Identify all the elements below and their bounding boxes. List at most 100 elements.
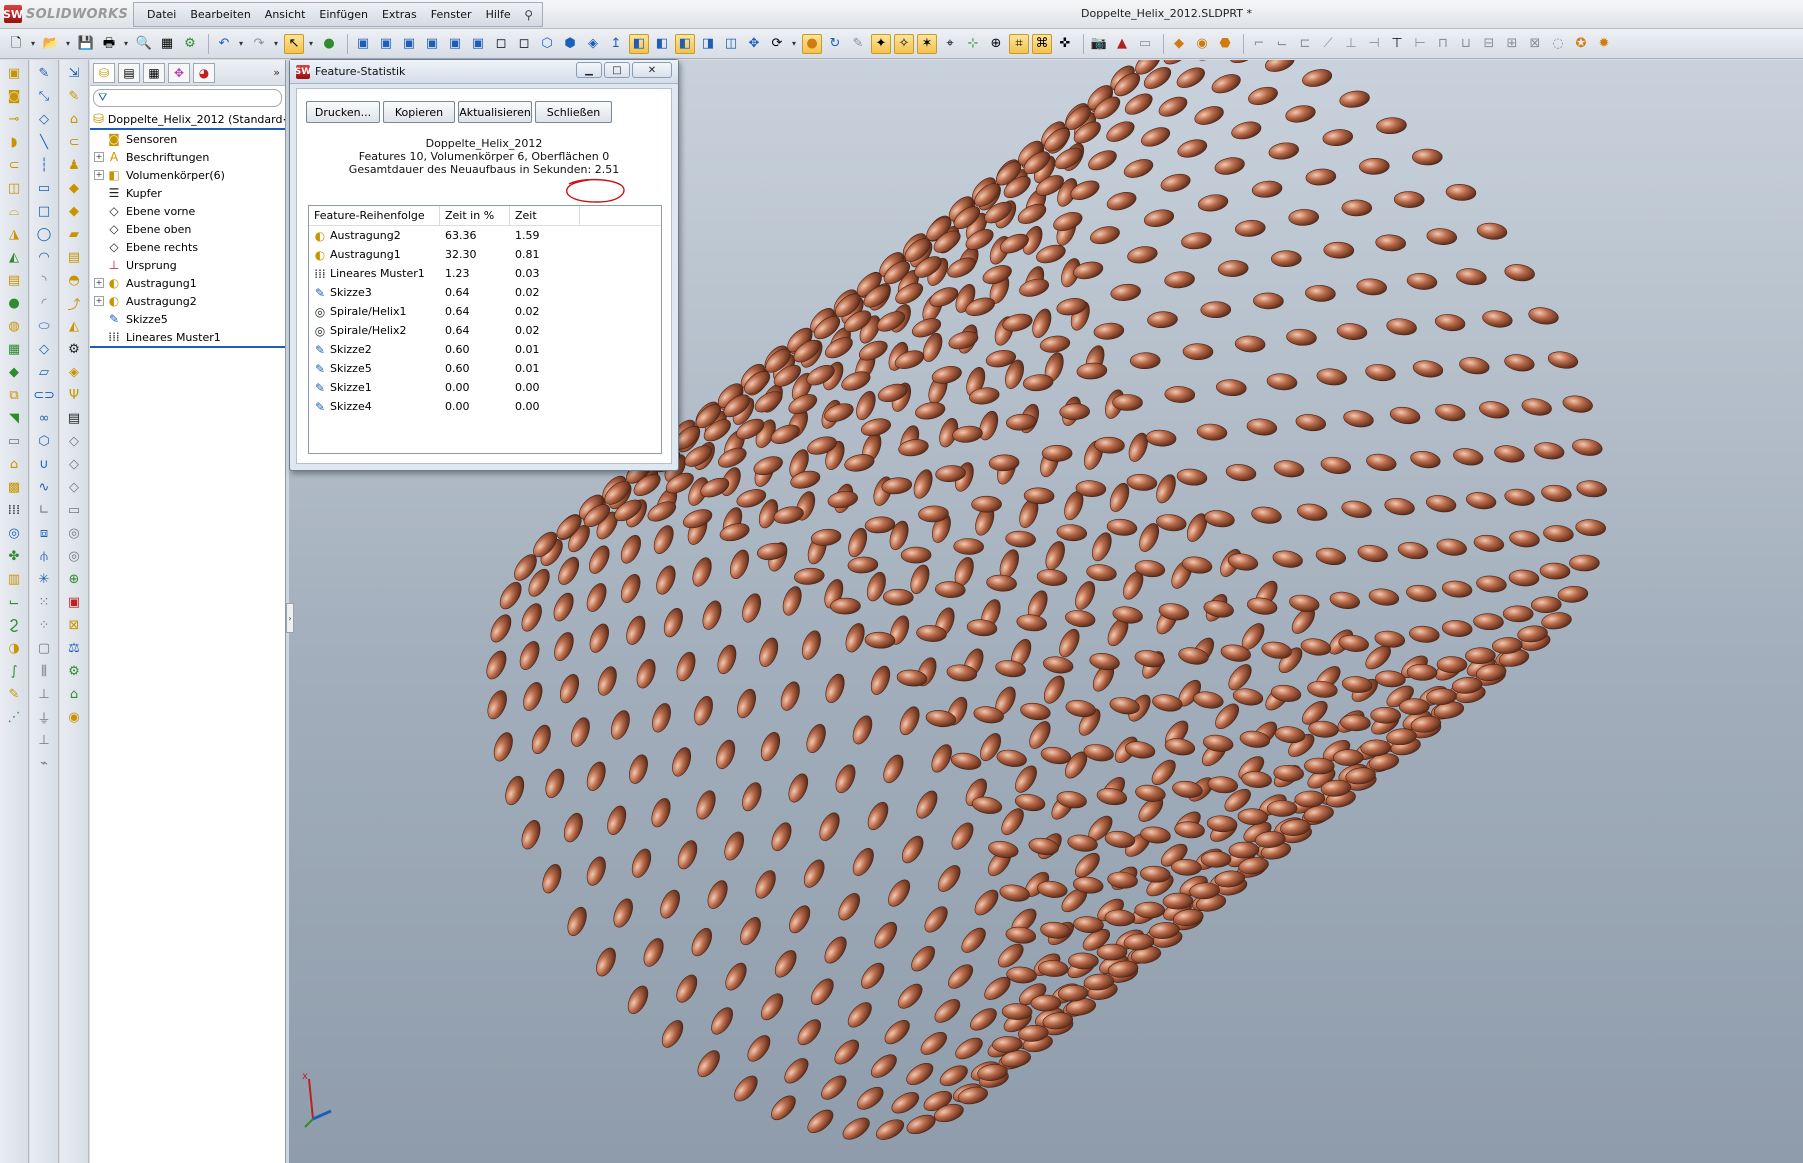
view-top-icon[interactable]: ▣ [445,34,465,54]
axis-tool-icon[interactable]: ▭ [4,431,24,451]
column-header-time[interactable]: Zeit [510,206,580,225]
grey-6-icon[interactable]: ◎ [64,546,84,566]
gear-green-icon[interactable]: ⚙ [64,661,84,681]
shell-icon[interactable]: ▤ [4,270,24,290]
new-dropdown-icon[interactable]: ▾ [29,34,37,54]
table-row[interactable]: ⁞⁞⁞ Lineares Muster1 1.23 0.03 [309,264,661,283]
camera-icon[interactable]: 📷 [1089,34,1109,54]
tree-item-austragung1[interactable]: + ◐ Austragung1 [94,274,285,292]
grey-tool-8-icon[interactable]: ⊢ [1410,34,1430,54]
flex-icon[interactable]: ⤴ [64,293,84,313]
grey-tool-13-icon[interactable]: ⊠ [1525,34,1545,54]
zoom-fit-icon[interactable]: ◫ [721,34,741,54]
tree-item-volumenk-rper-6[interactable]: + ◧ Volumenkörper(6) [94,166,285,184]
view-bottom-icon[interactable]: ▣ [468,34,488,54]
grey-tool-1-icon[interactable]: ⌐ [1249,34,1269,54]
tree-item-kupfer[interactable]: ☰ Kupfer [94,184,285,202]
loft-icon[interactable]: ⬣ [1215,34,1235,54]
grey-tool-12-icon[interactable]: ⊞ [1502,34,1522,54]
smart-dimension-icon[interactable]: ⌗ [1009,33,1029,54]
featuremanager-tab-icon[interactable]: ⛁ [93,62,115,83]
chamfer-icon[interactable]: ◮ [4,224,24,244]
view-front-icon[interactable]: ▣ [353,34,373,54]
sweep-icon[interactable]: ⊂ [4,155,24,175]
pan-icon[interactable]: ✥ [744,34,764,54]
copy-button[interactable]: Kopieren [383,101,455,123]
centerline-icon[interactable]: ┆ [34,155,54,175]
menu-item-ansicht[interactable]: Ansicht [258,2,313,27]
boundary-icon[interactable]: ◫ [4,178,24,198]
table-row[interactable]: ✎ Skizze1 0.00 0.00 [309,378,661,397]
spline-icon[interactable]: ∿ [34,477,54,497]
house-icon[interactable]: ⌂ [64,109,84,129]
appearance-icon[interactable]: ● [802,33,822,54]
slab-icon[interactable]: ◆ [64,201,84,221]
up-arrow-view-icon[interactable]: ↥ [606,34,626,54]
grey-tool-9-icon[interactable]: ⊓ [1433,34,1453,54]
tree-item-lineares-muster1[interactable]: ⁞⁞⁞ Lineares Muster1 [94,328,285,346]
view-right-icon[interactable]: ▣ [422,34,442,54]
tree-filter-input[interactable]: ⛛ [93,89,282,107]
table-row[interactable]: ◐ Austragung1 32.30 0.81 [309,245,661,264]
rotate-dropdown-icon[interactable]: ▾ [790,34,798,54]
relations-icon[interactable]: ⊹ [963,34,983,54]
solidworks-logo[interactable]: SW SOLIDWORKS [3,3,132,25]
view-iso-icon[interactable]: ◻ [491,34,511,54]
section-view-icon[interactable]: ◨ [698,34,718,54]
grey-tool-3-icon[interactable]: ⊏ [1295,34,1315,54]
tree-item-austragung2[interactable]: + ◐ Austragung2 [94,292,285,310]
bell-icon[interactable]: ♟ [64,155,84,175]
display-manager-tab-icon[interactable]: ◕ [193,62,215,83]
point-icon[interactable]: ⊕ [986,34,1006,54]
tree-item-ursprung[interactable]: ⊥ Ursprung [94,256,285,274]
normal-to-icon[interactable]: ⬢ [560,34,580,54]
stacked-icon[interactable]: ▤ [64,247,84,267]
menu-item-extras[interactable]: Extras [375,2,424,27]
edit-icon[interactable]: ✎ [64,86,84,106]
rapid-icon[interactable]: ⌁ [34,753,54,773]
fix-icon[interactable]: ⏚ [34,707,54,727]
collapse-panel-handle[interactable]: › [286,603,294,633]
grey-4-icon[interactable]: ▭ [64,500,84,520]
cylinder-icon[interactable]: ◆ [64,178,84,198]
dimxpert-tab-icon[interactable]: ✥ [168,62,190,83]
line-tool-icon[interactable]: ⋰ [4,707,24,727]
pattern-icon[interactable]: ⁞⁞⁞ [4,500,24,520]
helix-tool-icon[interactable]: Ϩ [4,615,24,635]
pin-menu-icon[interactable]: ⚲ [522,8,536,22]
mirror-icon[interactable]: ⧉ [4,385,24,405]
plane-tool-icon[interactable]: ◥ [4,408,24,428]
wireframe-icon[interactable]: ◧ [675,33,695,54]
offset-icon[interactable]: ∟ [34,500,54,520]
draft-icon[interactable]: ● [4,293,24,313]
smart-dimension-tool-icon[interactable]: ⤡ [34,86,54,106]
grey-tool-14-icon[interactable]: ◌ [1548,34,1568,54]
table-row[interactable]: ✎ Skizze3 0.64 0.02 [309,283,661,302]
move-icon[interactable]: ✜ [1055,34,1075,54]
tree-item-ebene-oben[interactable]: ◇ Ebene oben [94,220,285,238]
maximize-icon[interactable]: □ [604,62,630,78]
slot-icon[interactable]: ⊂⊃ [33,385,55,405]
fillet-icon[interactable]: ⌓ [4,201,24,221]
expand-icon[interactable]: + [94,278,104,288]
more-tabs-icon[interactable]: » [273,66,280,79]
trim-icon[interactable]: ⫛ [34,546,54,566]
coordinate-icon[interactable]: ⌂ [4,454,24,474]
circle-icon[interactable]: ◯ [34,224,54,244]
undo-dropdown-icon[interactable]: ▾ [237,34,245,54]
smart-icon[interactable]: ✎ [4,684,24,704]
revolve-icon[interactable]: ◉ [1192,34,1212,54]
open-dropdown-icon[interactable]: ▾ [64,34,72,54]
configurationmanager-tab-icon[interactable]: ▦ [143,62,165,83]
tree-item-skizze5[interactable]: ✎ Skizze5 [94,310,285,328]
expand-icon[interactable]: + [94,152,104,162]
filter-faces-icon[interactable]: ✶ [917,33,937,54]
grey-3-icon[interactable]: ◇ [64,477,84,497]
rebuild-stats-icon[interactable]: ▦ [157,34,177,54]
tree-item-ebene-vorne[interactable]: ◇ Ebene vorne [94,202,285,220]
grey-tool-6-icon[interactable]: ⊣ [1364,34,1384,54]
parallelogram-icon[interactable]: ▱ [34,362,54,382]
print-preview-icon[interactable]: 🔍 [134,34,154,54]
column-header-feature[interactable]: Feature-Reihenfolge [309,206,440,225]
reference-icon[interactable]: ▩ [4,477,24,497]
